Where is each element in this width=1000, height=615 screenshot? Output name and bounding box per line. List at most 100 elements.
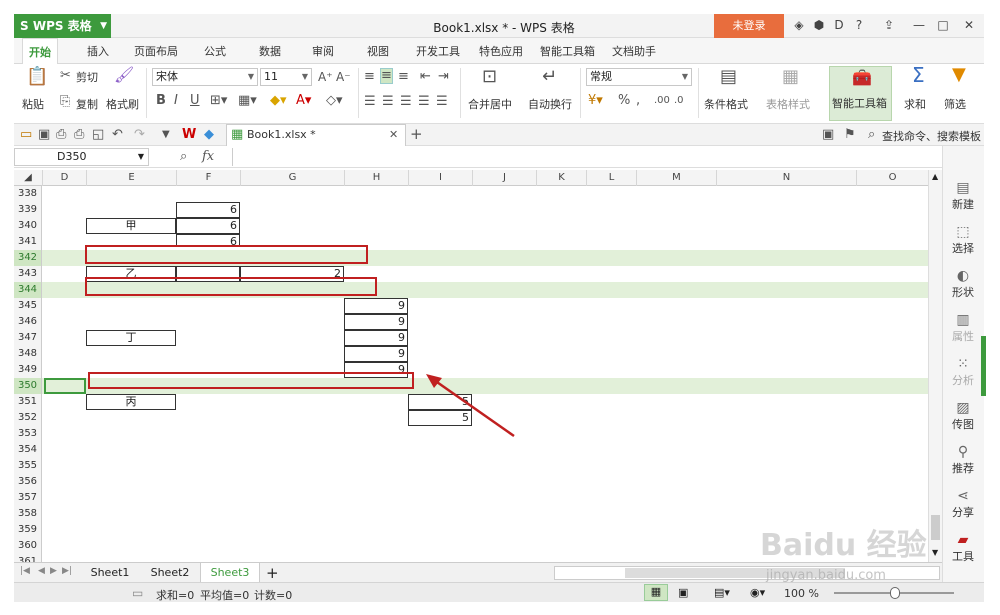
document-tab[interactable]: ▦ Book1.xlsx * ✕: [226, 124, 406, 146]
filter-button[interactable]: 筛选: [944, 96, 966, 112]
save-icon[interactable]: ▣: [38, 128, 50, 142]
number-format-select[interactable]: 常规 ▼: [586, 68, 692, 86]
tab-review[interactable]: 审阅: [312, 43, 334, 59]
column-header[interactable]: F: [176, 170, 240, 186]
format-painter-button[interactable]: 格式刷: [106, 96, 139, 112]
row-header[interactable]: 356: [14, 474, 42, 490]
italic-button[interactable]: I: [174, 94, 178, 108]
row-header[interactable]: 354: [14, 442, 42, 458]
sum-button[interactable]: 求和: [904, 96, 926, 112]
customize-dropdown-icon[interactable]: ▼: [162, 128, 170, 142]
cell-h345[interactable]: 9: [344, 298, 408, 314]
cube-icon[interactable]: ◆: [204, 128, 214, 142]
row-header[interactable]: 353: [14, 426, 42, 442]
align-center-icon[interactable]: ☰: [382, 95, 394, 109]
column-header[interactable]: D: [42, 170, 86, 186]
export-pdf-icon[interactable]: ⎙: [56, 128, 66, 142]
sheet-tab[interactable]: Sheet2: [140, 563, 200, 583]
cell-f339[interactable]: 6: [176, 202, 240, 218]
sheet-tab[interactable]: Sheet1: [80, 563, 140, 583]
row-header[interactable]: 357: [14, 490, 42, 506]
tab-page-layout[interactable]: 页面布局: [134, 43, 178, 59]
next-sheet-icon[interactable]: ▶: [50, 566, 57, 576]
increase-decimal-icon[interactable]: .00: [654, 94, 670, 108]
row-header[interactable]: 339: [14, 202, 42, 218]
align-left-icon[interactable]: ☰: [364, 95, 376, 109]
cell-e351[interactable]: 丙: [86, 394, 176, 410]
row-header[interactable]: 347: [14, 330, 42, 346]
column-header[interactable]: N: [716, 170, 856, 186]
column-header[interactable]: J: [472, 170, 536, 186]
normal-view-icon[interactable]: ▦: [644, 584, 668, 601]
first-sheet-icon[interactable]: |◀: [20, 566, 30, 576]
vertical-scrollbar[interactable]: ▲ ▼: [928, 170, 942, 562]
row-header[interactable]: 358: [14, 506, 42, 522]
column-header[interactable]: L: [586, 170, 636, 186]
side-upload-image[interactable]: ▨ 传图: [943, 400, 983, 432]
column-header[interactable]: G: [240, 170, 344, 186]
page-break-view-icon[interactable]: ▤▾: [714, 586, 730, 599]
tab-home[interactable]: 开始: [22, 38, 58, 65]
tab-view[interactable]: 视图: [367, 43, 389, 59]
cell-h346[interactable]: 9: [344, 314, 408, 330]
side-new[interactable]: ▤ 新建: [943, 180, 983, 212]
row-header[interactable]: 340: [14, 218, 42, 234]
copy-button[interactable]: 复制: [76, 96, 98, 112]
wps-w-icon[interactable]: W: [182, 128, 196, 142]
side-properties[interactable]: ▥ 属性: [943, 312, 983, 344]
print-preview-icon[interactable]: ◱: [92, 128, 104, 142]
tab-insert[interactable]: 插入: [87, 43, 109, 59]
active-cell[interactable]: [44, 378, 86, 394]
row-header[interactable]: 341: [14, 234, 42, 250]
align-middle-icon[interactable]: ≡: [380, 68, 393, 84]
tab-developer[interactable]: 开发工具: [416, 43, 460, 59]
column-header[interactable]: I: [408, 170, 472, 186]
table-style-button[interactable]: 表格样式: [766, 96, 810, 112]
fx-button[interactable]: fx: [202, 150, 214, 164]
close-tab-icon[interactable]: ✕: [389, 128, 398, 142]
merge-center-button[interactable]: 合并居中: [468, 96, 512, 112]
new-tab-icon[interactable]: +: [410, 127, 423, 142]
row-header[interactable]: 338: [14, 186, 42, 202]
smart-tools-button[interactable]: 🧰 智能工具箱: [829, 66, 892, 121]
row-header[interactable]: 360: [14, 538, 42, 554]
redo-icon[interactable]: ↷: [134, 128, 145, 142]
formula-input[interactable]: [232, 148, 940, 166]
login-button[interactable]: 未登录: [714, 14, 784, 38]
cell-f340[interactable]: 6: [176, 218, 240, 234]
side-shape[interactable]: ◐ 形状: [943, 268, 983, 300]
row-header[interactable]: 350: [14, 378, 42, 394]
app-menu-button[interactable]: S WPS 表格 ▼: [14, 14, 111, 38]
cell-e347[interactable]: 丁: [86, 330, 176, 346]
upload-icon[interactable]: ⇪: [880, 18, 898, 32]
tab-smart-tools[interactable]: 智能工具箱: [540, 43, 595, 59]
wrap-text-button[interactable]: 自动换行: [528, 96, 572, 112]
tab-data[interactable]: 数据: [259, 43, 281, 59]
row-header[interactable]: 351: [14, 394, 42, 410]
cell-h348[interactable]: 9: [344, 346, 408, 362]
skin-icon[interactable]: ◈: [790, 18, 808, 32]
paste-icon[interactable]: 📋: [26, 68, 48, 86]
align-right-icon[interactable]: ☰: [400, 95, 412, 109]
increase-font-icon[interactable]: A⁺: [318, 70, 333, 84]
decrease-decimal-icon[interactable]: .0: [674, 94, 684, 108]
undo-icon[interactable]: ↶: [112, 128, 123, 142]
zoom-formula-icon[interactable]: ⌕: [180, 150, 187, 164]
side-analyze[interactable]: ⁙ 分析: [943, 356, 983, 388]
decrease-font-icon[interactable]: A⁻: [336, 70, 351, 84]
percent-button[interactable]: %: [618, 94, 630, 108]
border-icon[interactable]: ⊞▾: [210, 94, 227, 108]
justify-icon[interactable]: ☰: [418, 95, 430, 109]
name-box[interactable]: D350 ▼: [14, 148, 149, 166]
row-header[interactable]: 361: [14, 554, 42, 562]
column-header[interactable]: O: [856, 170, 928, 186]
clear-format-icon[interactable]: ◇▾: [326, 94, 343, 108]
tab-formulas[interactable]: 公式: [204, 43, 226, 59]
align-bottom-icon[interactable]: ≡: [398, 70, 409, 84]
conditional-format-button[interactable]: 条件格式: [704, 96, 748, 112]
monitor-icon[interactable]: ▣: [822, 128, 834, 142]
indent-increase-icon[interactable]: ⇥: [438, 70, 449, 84]
comma-icon[interactable]: ,: [636, 94, 640, 108]
help-icon[interactable]: ?: [850, 18, 868, 32]
tab-doc-assistant[interactable]: 文档助手: [612, 43, 656, 59]
